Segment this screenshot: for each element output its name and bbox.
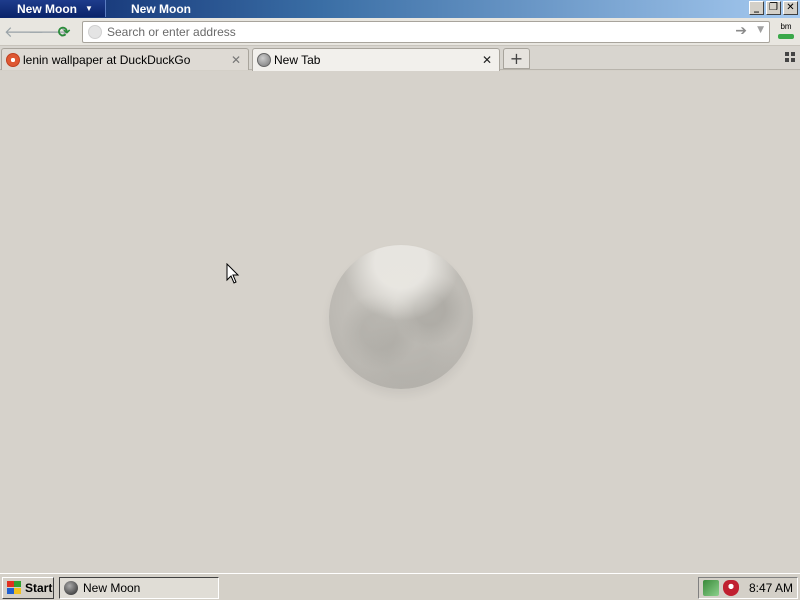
new-moon-logo <box>329 245 473 389</box>
reload-button[interactable]: ⟳ <box>54 22 74 42</box>
security-shield-icon[interactable] <box>723 580 739 596</box>
app-menu-button[interactable]: New Moon ▼ <box>0 0 106 17</box>
close-tab-icon[interactable]: ✕ <box>229 53 243 67</box>
start-button[interactable]: Start <box>2 577 54 599</box>
extension-label: bm <box>780 22 792 31</box>
address-input[interactable] <box>107 24 727 40</box>
dropdown-arrow-icon: ▼ <box>85 4 93 13</box>
minimize-button[interactable]: _ <box>749 1 764 15</box>
forward-button[interactable]: 🡒 <box>28 22 68 42</box>
clock[interactable]: 8:47 AM <box>749 581 793 595</box>
tab-groups-icon[interactable] <box>785 52 795 62</box>
tab-title: lenin wallpaper at DuckDuckGo <box>23 52 191 67</box>
window-controls: _ ❐ ✕ <box>749 1 798 15</box>
back-button[interactable]: 🡐 <box>4 22 44 42</box>
windows-logo-icon <box>6 581 22 595</box>
new-moon-app-icon <box>64 581 78 595</box>
duckduckgo-icon <box>6 52 20 67</box>
new-tab-page <box>0 71 800 573</box>
go-arrow-icon[interactable]: ➔ <box>735 23 747 39</box>
taskbar: Start New Moon 8:47 AM <box>0 573 800 600</box>
tab-duckduckgo[interactable]: lenin wallpaper at DuckDuckGo ✕ <box>1 48 249 70</box>
history-dropdown-icon[interactable]: ▼ <box>757 25 764 35</box>
reload-icon: ⟳ <box>57 23 71 41</box>
tab-strip: lenin wallpaper at DuckDuckGo ✕ New Tab … <box>0 46 800 71</box>
taskbar-item-new-moon[interactable]: New Moon <box>59 577 219 599</box>
close-button[interactable]: ✕ <box>783 1 798 15</box>
taskbar-item-label: New Moon <box>83 581 141 595</box>
restore-button[interactable]: ❐ <box>766 1 781 15</box>
tab-new-tab[interactable]: New Tab ✕ <box>252 48 500 71</box>
new-tab-button[interactable]: + <box>503 48 530 69</box>
site-identity-icon[interactable] <box>88 25 102 39</box>
app-menu-label: New Moon <box>17 1 77 16</box>
tab-title: New Tab <box>274 53 321 67</box>
plus-icon: + <box>509 49 524 68</box>
navigation-toolbar: 🡐 🡒 ⟳ ➔ ▼ bm <box>0 18 800 46</box>
extension-bar-icon <box>778 34 794 39</box>
title-bar[interactable]: New Moon ▼ New Moon _ ❐ ✕ <box>0 0 800 18</box>
globe-icon <box>257 53 271 67</box>
bookmark-extension-icon[interactable]: bm <box>776 22 796 42</box>
window-title: New Moon <box>131 2 191 16</box>
system-tray: 8:47 AM <box>698 577 798 599</box>
network-icon[interactable] <box>703 580 719 596</box>
start-label: Start <box>25 581 53 595</box>
address-bar[interactable]: ➔ ▼ <box>82 21 770 43</box>
close-tab-icon[interactable]: ✕ <box>480 53 494 67</box>
